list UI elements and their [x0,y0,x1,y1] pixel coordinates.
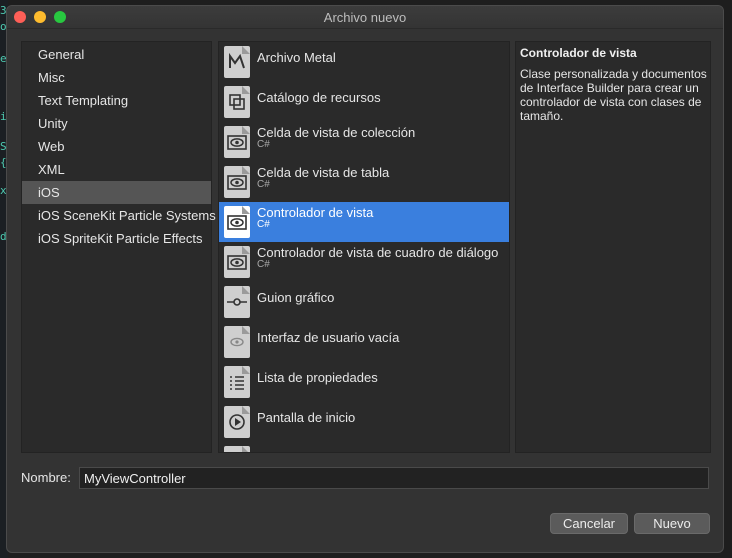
template-language: C# [257,219,270,230]
storyboard-icon [224,286,250,318]
name-label: Nombre: [21,470,71,485]
template-name: Celda de vista de tabla [257,165,390,180]
template-name: Pantalla de inicio [257,410,356,425]
property-list-icon [224,366,250,398]
category-item[interactable]: Text Templating [22,89,211,112]
category-list: General Misc Text Templating Unity Web XML iOS… [21,41,216,453]
category-item[interactable]: iOS SceneKit Particle Systems [22,204,216,227]
template-name: Pruebas unitarias [257,450,358,452]
category-item[interactable]: Web [22,135,211,158]
template-name: Catálogo de recursos [257,90,381,105]
category-item[interactable]: Unity [22,112,211,135]
template-item[interactable]: Pantalla de inicio [219,402,509,442]
category-item[interactable]: iOS SpriteKit Particle Effects [22,227,211,250]
template-name: Interfaz de usuario vacía [257,330,400,345]
category-item[interactable]: General [22,43,211,66]
template-language: C# [257,139,270,150]
eye-file-icon [224,206,250,238]
metal-file-icon [224,46,250,78]
template-item[interactable]: Pruebas unitarias [219,442,509,452]
template-item[interactable]: Lista de propiedades [219,362,509,402]
template-name: Celda de vista de colección [257,125,416,140]
template-name: Archivo Metal [257,50,336,65]
template-item[interactable]: Controlador de vista de cuadro de diálog… [219,242,509,282]
name-input[interactable] [79,467,709,489]
title-bar: Archivo nuevo [7,6,723,29]
unit-test-icon [224,446,250,452]
template-name: Lista de propiedades [257,370,378,385]
empty-ui-icon [224,326,250,358]
template-language: C# [257,259,270,270]
template-item[interactable]: Interfaz de usuario vacía [219,322,509,362]
description-title: Controlador de vista [520,46,637,60]
window-title: Archivo nuevo [323,10,407,25]
template-item[interactable]: Guion gráfico [219,282,509,322]
template-item[interactable]: Celda de vista de colección C# [219,122,509,162]
template-item[interactable]: Celda de vista de tabla C# [219,162,509,202]
asset-catalog-icon [224,86,250,118]
category-item[interactable]: iOS [22,181,211,204]
template-name: Guion gráfico [257,290,335,305]
template-description-panel: Controlador de vista Clase personalizada… [515,41,711,453]
cancel-button[interactable]: Cancelar [550,513,628,534]
template-list: Archivo Metal Catálogo de recursos Celda d… [218,41,510,453]
eye-file-icon [224,126,250,158]
category-item[interactable]: Misc [22,66,211,89]
new-file-dialog: Archivo nuevo General Misc Text Templating… [6,5,724,553]
eye-file-icon [224,246,250,278]
new-button[interactable]: Nuevo [634,513,710,534]
description-body: Clase personalizada y documentos de Inte… [520,67,707,123]
eye-file-icon [224,166,250,198]
template-name: Controlador de vista [257,205,374,220]
launch-screen-icon [224,406,250,438]
template-name: Controlador de vista de cuadro de diálog… [257,245,499,260]
template-item[interactable]: Catálogo de recursos [219,82,509,122]
template-item[interactable]: Controlador de vista C# [219,202,509,242]
category-item[interactable]: XML [22,158,211,181]
template-item[interactable]: Archivo Metal [219,42,509,82]
template-language: C# [257,179,270,190]
